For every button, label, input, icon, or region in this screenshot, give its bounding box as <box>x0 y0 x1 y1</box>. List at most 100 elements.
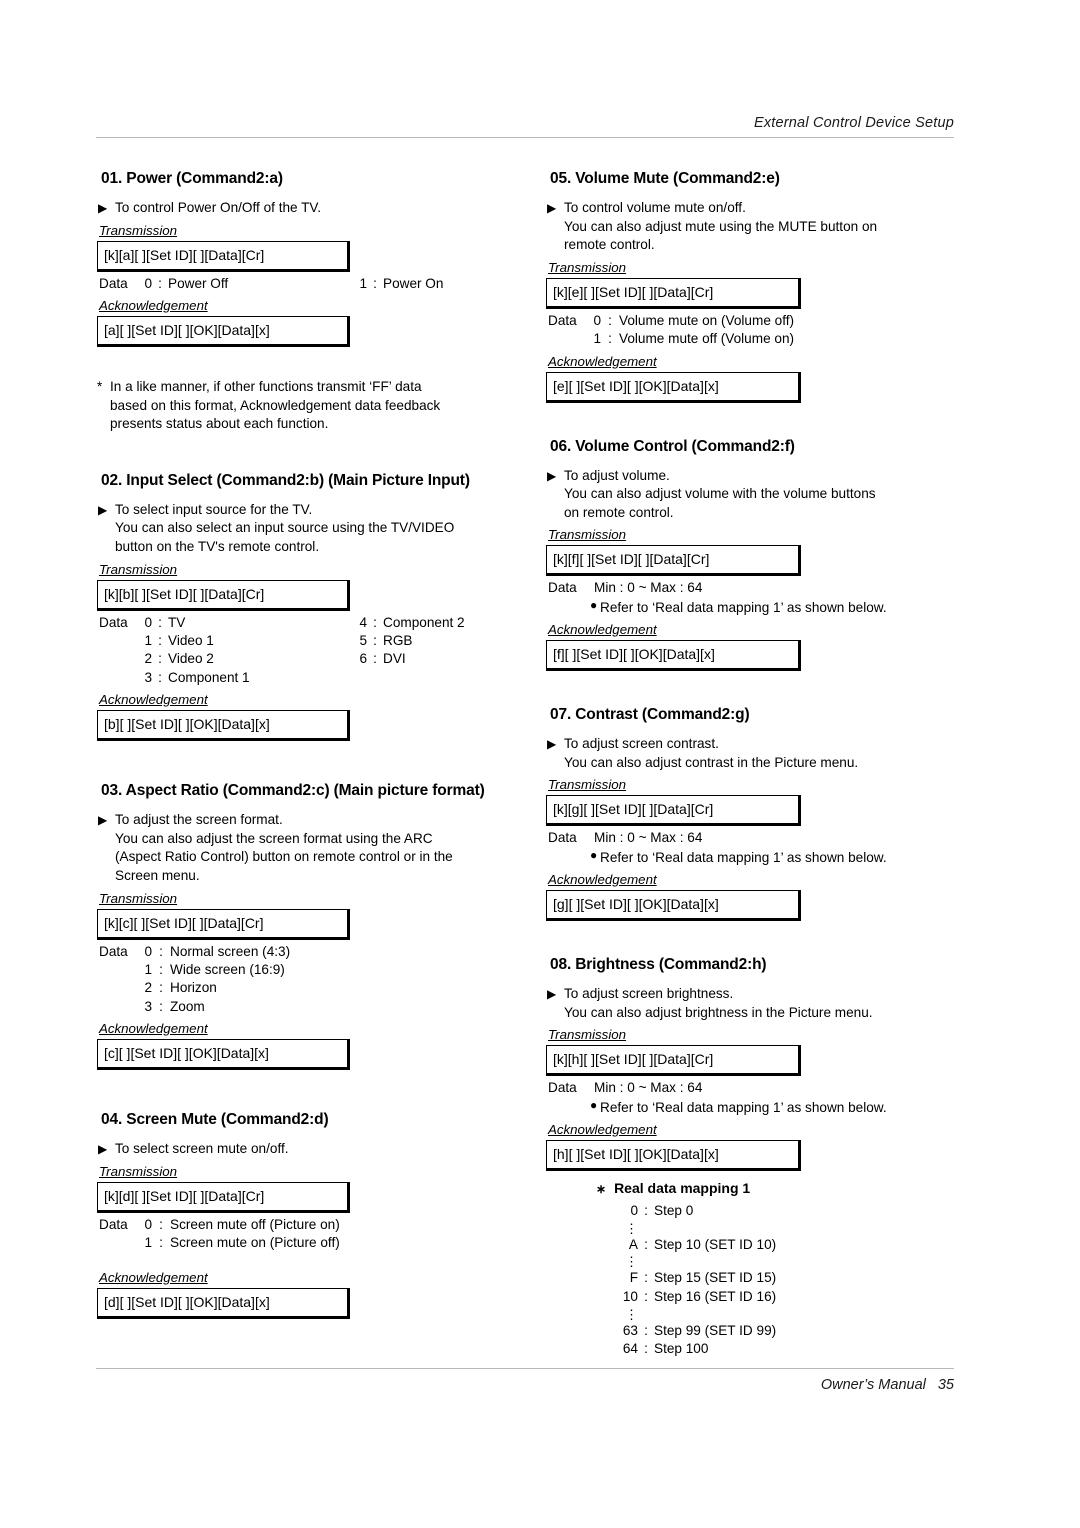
mapping-key: A <box>628 1236 638 1252</box>
data-key: 1 <box>359 275 367 291</box>
triangle-bullet-icon: ▶ <box>98 201 108 215</box>
mapping-colon: : <box>644 1270 648 1286</box>
section-description: ▶ To adjust volume. You can also adjust … <box>546 467 966 523</box>
mapping-title: ∗ Real data mapping 1 <box>596 1180 966 1196</box>
description-line: To adjust volume. <box>564 467 670 483</box>
acknowledgement-label: Acknowledgement <box>99 692 208 708</box>
header-divider <box>96 137 954 138</box>
transmission-label: Transmission <box>99 1163 178 1179</box>
data-values: Data 0: Normal screen (4:3) 1: Wide screen … <box>99 943 517 1017</box>
section-title: 08. Brightness (Command2:h) <box>550 956 767 974</box>
data-value: Video 1 <box>168 632 214 648</box>
mapping-value: Step 15 (SET ID 15) <box>654 1270 777 1286</box>
data-row: 5: RGB <box>357 632 465 650</box>
page-header: External Control Device Setup <box>96 115 954 138</box>
description-line: You can also adjust the screen format us… <box>115 830 433 846</box>
refer-note: ● Refer to ‘Real data mapping 1’ as shown… <box>546 598 966 617</box>
refer-text: Refer to ‘Real data mapping 1’ as shown … <box>600 849 887 865</box>
section-description: ▶ To control volume mute on/off. You can… <box>546 199 966 255</box>
data-colon: : <box>159 1216 163 1232</box>
header-title: External Control Device Setup <box>753 115 954 131</box>
asterisk-icon: * <box>97 379 103 394</box>
mapping-title-text: Real data mapping 1 <box>614 1180 751 1197</box>
section-title: 03. Aspect Ratio (Command2:c) (Main pict… <box>101 782 485 800</box>
section-description: ▶ To select screen mute on/off. <box>97 1140 517 1159</box>
data-value: Component 2 <box>383 614 465 630</box>
data-label: Data <box>99 1216 128 1232</box>
section-title: 07. Contrast (Command2:g) <box>550 706 750 724</box>
data-colon: : <box>159 961 163 977</box>
data-row: Data 0: Normal screen (4:3) <box>99 943 517 961</box>
data-colon: : <box>159 943 163 959</box>
acknowledgement-command-box: [b][ ][Set ID][ ][OK][Data][x] <box>97 710 350 742</box>
description-line: Screen menu. <box>115 867 200 883</box>
section-02-input-select: 02. Input Select (Command2:b) (Main Pict… <box>97 472 517 742</box>
data-value: RGB <box>383 632 413 648</box>
data-colon: : <box>159 998 163 1014</box>
asterisk-icon: ∗ <box>596 1182 607 1197</box>
data-key: 0 <box>144 1216 152 1232</box>
transmission-command-box: [k][c][ ][Set ID][ ][Data][Cr] <box>97 908 350 940</box>
transmission-label: Transmission <box>99 890 178 906</box>
mapping-row: F: Step 15 (SET ID 15) <box>596 1269 966 1288</box>
data-value: Zoom <box>170 998 205 1014</box>
acknowledgement-label: Acknowledgement <box>99 1269 208 1285</box>
data-label: Data <box>548 830 577 846</box>
data-key: 0 <box>144 275 152 291</box>
vertical-ellipsis-icon: ⋮ <box>625 1306 638 1322</box>
section-07-contrast: 07. Contrast (Command2:g) ▶ To adjust sc… <box>546 706 966 922</box>
section-description: ▶ To control Power On/Off of the TV. <box>97 199 517 218</box>
data-key: 3 <box>144 998 152 1014</box>
data-colon: : <box>608 312 612 328</box>
mapping-key: 64 <box>622 1341 638 1357</box>
footnote-ff-data: * In a like manner, if other functions t… <box>97 378 517 434</box>
data-values-column-2: 1: Power On <box>357 275 443 293</box>
data-row: 1: Screen mute on (Picture off) <box>99 1234 517 1252</box>
data-row: Data 0: Screen mute off (Picture on) <box>99 1216 517 1234</box>
mapping-colon: : <box>644 1322 648 1338</box>
data-row: 3: Component 1 <box>99 669 517 687</box>
transmission-command-box: [k][h][ ][Set ID][ ][Data][Cr] <box>546 1045 801 1077</box>
acknowledgement-command-box: [h][ ][Set ID][ ][OK][Data][x] <box>546 1140 801 1172</box>
section-title: 01. Power (Command2:a) <box>101 170 283 187</box>
footnote-line: based on this format, Acknowledgement da… <box>110 397 441 413</box>
mapping-key: F <box>629 1270 638 1286</box>
data-colon: : <box>158 614 162 630</box>
transmission-label: Transmission <box>99 222 178 238</box>
triangle-bullet-icon: ▶ <box>547 468 557 483</box>
footer-content: Owner’s Manual 35 <box>96 1369 954 1393</box>
mapping-value: Step 0 <box>654 1203 694 1219</box>
mapping-row: 64: Step 100 <box>596 1340 966 1359</box>
section-01-power: 01. Power (Command2:a) ▶ To control Powe… <box>97 170 517 347</box>
transmission-command-box: [k][f][ ][Set ID][ ][Data][Cr] <box>546 545 801 577</box>
triangle-bullet-icon: ▶ <box>98 502 108 517</box>
transmission-command-box: [k][e][ ][Set ID][ ][Data][Cr] <box>546 277 801 309</box>
data-values: Data 0: Volume mute on (Volume off) 1: Volu… <box>548 312 966 349</box>
data-range: Data Min : 0 ~ Max : 64 <box>548 579 966 597</box>
mapping-key: 0 <box>630 1203 638 1219</box>
data-row: 6: DVI <box>357 650 465 668</box>
section-description: ▶ To adjust screen brightness. You can a… <box>546 985 966 1022</box>
manual-label: Owner’s Manual <box>820 1377 926 1393</box>
vertical-ellipsis-icon: ⋮ <box>625 1220 638 1236</box>
acknowledgement-command-box: [c][ ][Set ID][ ][OK][Data][x] <box>97 1039 350 1071</box>
data-key: 3 <box>144 669 152 685</box>
mapping-key: 10 <box>622 1288 638 1304</box>
bullet-icon: ● <box>590 847 598 862</box>
data-row: Data 0: Power Off <box>99 275 517 293</box>
mapping-colon: : <box>644 1236 648 1252</box>
triangle-bullet-icon: ▶ <box>98 1142 108 1157</box>
data-key: 2 <box>144 980 152 996</box>
data-key: 1 <box>144 961 152 977</box>
acknowledgement-label: Acknowledgement <box>99 1021 208 1037</box>
data-row: 2: Horizon <box>99 979 517 997</box>
data-value: Horizon <box>170 980 217 996</box>
description-line: You can also adjust mute using the MUTE … <box>564 218 878 234</box>
mapping-value: Step 16 (SET ID 16) <box>654 1288 777 1304</box>
data-value: Power Off <box>168 275 229 291</box>
section-05-volume-mute: 05. Volume Mute (Command2:e) ▶ To contro… <box>546 170 966 403</box>
mapping-row: 10: Step 16 (SET ID 16) <box>596 1288 966 1307</box>
data-label: Data <box>548 312 577 328</box>
transmission-label: Transmission <box>99 561 178 577</box>
data-label: Data <box>99 943 128 959</box>
